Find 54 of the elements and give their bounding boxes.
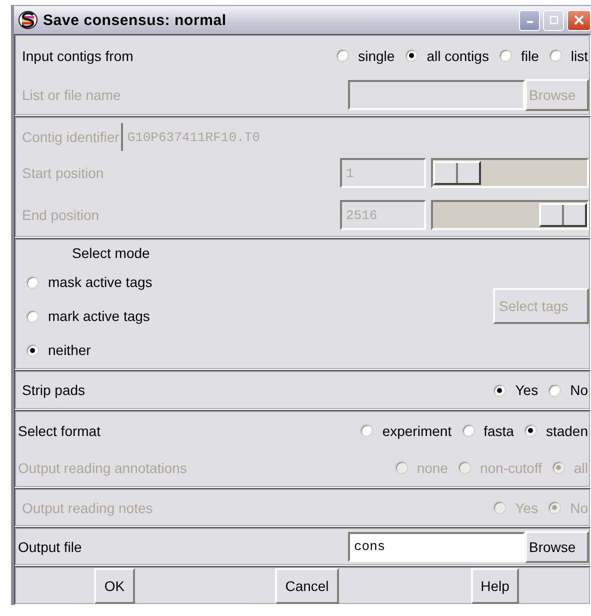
radio-label: mark active tags bbox=[48, 308, 150, 324]
radio-button[interactable] bbox=[336, 49, 350, 62]
radio-label: staden bbox=[546, 422, 588, 438]
radio-label: all bbox=[574, 460, 588, 476]
radio-label: mask active tags bbox=[48, 274, 152, 290]
radio-button[interactable] bbox=[26, 310, 39, 322]
maximize-icon bbox=[548, 15, 558, 25]
radio-button[interactable] bbox=[548, 49, 562, 62]
radio-label: experiment bbox=[382, 422, 452, 438]
dialog-button[interactable]: Cancel bbox=[275, 568, 339, 604]
field-label: Input contigs from bbox=[22, 48, 134, 64]
close-icon bbox=[574, 15, 584, 25]
app-logo-icon bbox=[18, 10, 38, 30]
radio-button[interactable] bbox=[360, 424, 374, 437]
file-name-field[interactable] bbox=[348, 80, 525, 110]
field-label: List or file name bbox=[22, 86, 121, 102]
minimize-button[interactable] bbox=[519, 10, 540, 30]
radio-button[interactable] bbox=[493, 384, 506, 396]
window-title: Save consensus: normal bbox=[43, 12, 226, 28]
radio-label: No bbox=[570, 500, 588, 516]
radio-label: file bbox=[520, 48, 539, 64]
radio-label: single bbox=[358, 48, 395, 64]
radio-label: Yes bbox=[515, 500, 538, 516]
field-label: Output reading notes bbox=[22, 500, 153, 516]
field-label: Select format bbox=[18, 422, 100, 438]
radio-label: list bbox=[570, 48, 588, 64]
close-button[interactable] bbox=[567, 10, 591, 30]
field-label: Contig identifier bbox=[22, 129, 120, 145]
position-slider[interactable] bbox=[431, 200, 589, 230]
field-label: Output file bbox=[18, 538, 82, 554]
section-title: Select mode bbox=[71, 244, 151, 263]
radio-label: none bbox=[416, 460, 448, 476]
radio-button[interactable] bbox=[462, 424, 475, 437]
radio-label: neither bbox=[48, 342, 91, 358]
field-label: Output reading annotations bbox=[18, 460, 187, 476]
radio-button[interactable] bbox=[26, 276, 39, 288]
radio-label: Yes bbox=[515, 382, 538, 398]
position-slider[interactable] bbox=[431, 158, 589, 188]
radio-label: No bbox=[570, 382, 588, 398]
radio-button[interactable] bbox=[404, 49, 418, 62]
radio-button[interactable] bbox=[26, 344, 39, 356]
radio-button[interactable] bbox=[524, 424, 537, 437]
field-label: Strip pads bbox=[22, 382, 86, 398]
radio-label: non-cutoff bbox=[480, 460, 542, 476]
dialog-button[interactable]: OK bbox=[94, 568, 135, 604]
browse-button[interactable]: Browse bbox=[525, 530, 589, 562]
radio-button[interactable] bbox=[548, 384, 562, 396]
output-file-field[interactable]: cons bbox=[348, 532, 525, 562]
dialog-button[interactable]: Help bbox=[470, 568, 520, 604]
field-label: End position bbox=[22, 207, 100, 223]
radio-button[interactable] bbox=[498, 49, 512, 62]
radio-label: all contigs bbox=[426, 48, 489, 64]
radio-label: fasta bbox=[484, 422, 514, 438]
field-label: Start position bbox=[22, 165, 104, 181]
